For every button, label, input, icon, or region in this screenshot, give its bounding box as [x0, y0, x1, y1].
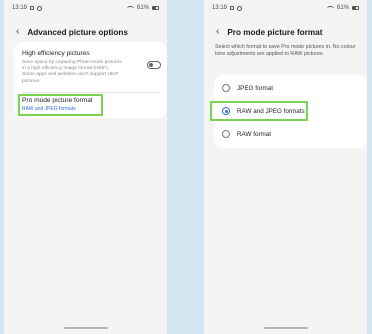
high-efficiency-toggle[interactable] — [147, 61, 161, 69]
battery-percent: 61% — [336, 5, 349, 11]
wifi-icon — [126, 5, 134, 11]
gallery-notification-icon — [30, 6, 35, 10]
status-time: 13:19 — [12, 5, 28, 11]
battery-percent: 61% — [136, 5, 149, 11]
page-header: ‹ Pro mode picture format — [216, 25, 359, 39]
divider — [22, 92, 159, 93]
page-title: Advanced picture options — [27, 27, 128, 37]
option-jpeg-format[interactable]: JPEG format — [222, 81, 359, 95]
settings-notification-icon — [237, 5, 243, 11]
status-bar: 13:19 61% — [12, 3, 159, 13]
option-raw-format[interactable]: RAW format — [222, 127, 359, 141]
toggle-knob — [149, 63, 153, 67]
battery-icon — [152, 6, 159, 10]
battery-icon — [352, 6, 359, 10]
highlight-box — [18, 94, 103, 116]
radio-button-icon[interactable] — [222, 130, 230, 138]
gallery-notification-icon — [230, 6, 235, 10]
high-efficiency-pictures-setting[interactable]: High efficiency pictures Save space by c… — [22, 50, 159, 85]
status-bar: 13:19 61% — [212, 3, 359, 13]
settings-notification-icon — [37, 5, 43, 11]
back-arrow-icon[interactable]: ‹ — [216, 27, 219, 37]
home-indicator[interactable] — [263, 327, 308, 329]
back-arrow-icon[interactable]: ‹ — [16, 27, 19, 37]
page-description: Select which format to save Pro mode pic… — [215, 44, 356, 57]
home-indicator[interactable] — [63, 327, 108, 329]
phone-screen-advanced-options: 13:19 61% ‹ Advanced picture options Hig… — [4, 0, 167, 334]
radio-button-icon[interactable] — [222, 84, 230, 92]
option-label: JPEG format — [237, 84, 274, 92]
page-title: Pro mode picture format — [227, 27, 323, 37]
status-time: 13:19 — [212, 5, 228, 11]
setting-title: High efficiency pictures — [22, 50, 90, 57]
wifi-icon — [326, 5, 334, 11]
setting-description: Save space by capturing Photo mode pictu… — [22, 60, 122, 84]
highlight-box — [210, 101, 308, 121]
phone-screen-pro-mode-format: 13:19 61% ‹ Pro mode picture format Sele… — [204, 0, 367, 334]
option-label: RAW format — [237, 130, 272, 138]
page-header: ‹ Advanced picture options — [16, 25, 159, 39]
